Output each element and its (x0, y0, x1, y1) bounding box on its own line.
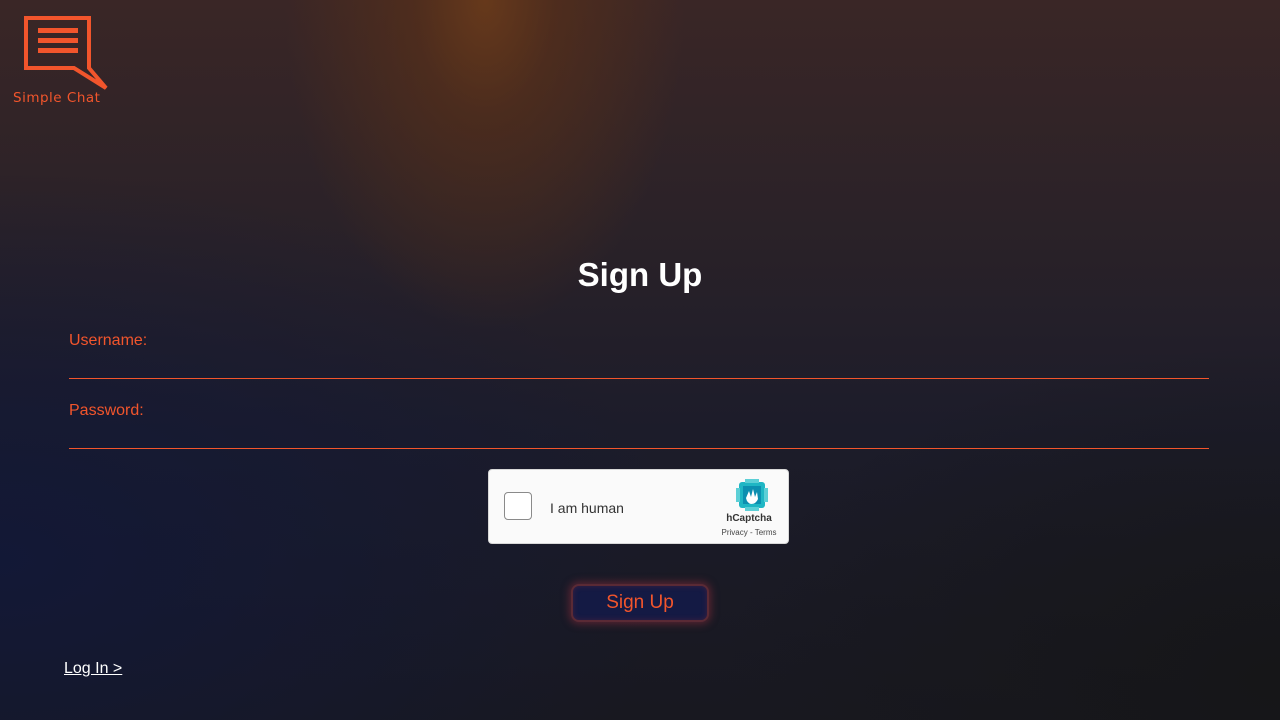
username-label: Username: (69, 332, 148, 349)
chat-bubble-icon (24, 16, 108, 90)
hcaptcha-logo-icon (736, 479, 768, 511)
captcha-terms-link[interactable]: Terms (755, 528, 777, 537)
captcha-links: Privacy - Terms (713, 528, 785, 537)
username-field-group: Username: (69, 332, 1209, 379)
captcha-link-separator: - (747, 528, 755, 537)
captcha-label: I am human (550, 500, 624, 516)
login-link[interactable]: Log In > (64, 660, 122, 678)
brand-name: Simple Chat (13, 90, 101, 106)
password-field-group: Password: (69, 402, 1209, 449)
hcaptcha-widget: I am human hCaptcha Privacy - Terms (488, 469, 789, 544)
password-input[interactable] (69, 426, 1209, 449)
captcha-privacy-link[interactable]: Privacy (722, 528, 748, 537)
password-label: Password: (69, 402, 144, 419)
captcha-brand: hCaptcha (726, 513, 772, 524)
page-title: Sign Up (577, 256, 703, 293)
brand-logo: Simple Chat (12, 14, 118, 110)
username-input[interactable] (69, 356, 1209, 379)
sign-up-button[interactable]: Sign Up (571, 584, 709, 622)
captcha-checkbox[interactable] (504, 492, 532, 520)
